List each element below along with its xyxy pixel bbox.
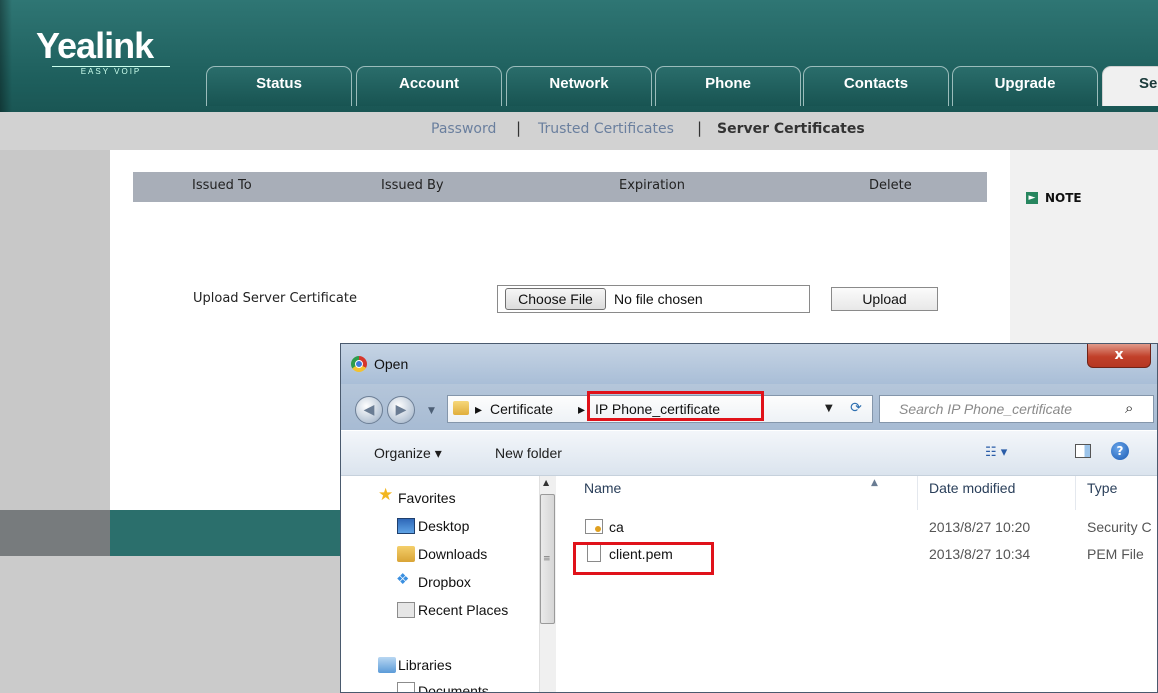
tab-upgrade[interactable]: Upgrade [952,66,1098,106]
desktop-icon [397,518,415,534]
column-delete: Delete [869,178,912,193]
organize-button[interactable]: Organize ▾ [374,444,442,462]
tab-security[interactable]: Se [1102,66,1158,106]
recent-places-icon [397,602,415,618]
column-expiration: Expiration [619,178,685,193]
highlight-box [587,391,764,421]
nav-favorites[interactable]: Favorites [398,489,456,507]
column-issued-by: Issued By [381,178,444,193]
tab-account[interactable]: Account [356,66,502,106]
new-folder-button[interactable]: New folder [495,444,562,462]
nav-libraries[interactable]: Libraries [398,656,452,674]
sort-ascending-icon: ▲ [871,478,878,488]
page-bottom [0,556,350,693]
subnav-separator: | [516,119,522,137]
subnav-separator: | [697,119,703,137]
back-icon[interactable]: ◀ [355,396,383,424]
dropbox-icon: ❖ [396,570,410,588]
footer-left [0,510,110,556]
certificate-table-header [133,172,987,202]
open-file-dialog: Open x ◀ ▶ ▼ ▸ Certificate ▸ IP Phone_ce… [340,343,1158,693]
no-file-text: No file chosen [614,291,703,307]
star-icon: ★ [378,485,394,505]
documents-icon [397,682,415,692]
address-dropdown-icon[interactable]: ▼ [825,400,833,418]
column-date-modified[interactable]: Date modified [929,479,1015,497]
scroll-grip-icon: ≡ [543,554,551,564]
tab-contacts[interactable]: Contacts [803,66,949,106]
choose-file-button[interactable]: Choose File [505,288,606,310]
file-date: 2013/8/27 10:34 [929,546,1031,562]
file-type: Security C [1087,519,1152,535]
nav-dropbox[interactable]: Dropbox [418,573,471,591]
scroll-up-icon[interactable]: ▲ [543,478,549,487]
search-icon[interactable]: ⌕ [1125,398,1133,418]
dialog-toolbar [341,430,1157,476]
nav-documents[interactable]: Documents [418,682,489,692]
header-shadow [0,0,12,112]
subnav-password[interactable]: Password [431,119,496,139]
subnav-trusted-certificates[interactable]: Trusted Certificates [538,119,674,139]
folder-icon [453,401,469,415]
search-placeholder: Search IP Phone_certificate [899,401,1073,417]
forward-icon[interactable]: ▶ [387,396,415,424]
recent-pages-icon[interactable]: ▼ [428,406,435,416]
upload-label: Upload Server Certificate [193,291,357,306]
chevron-right-icon[interactable]: ▸ [475,400,482,418]
view-options-icon[interactable]: ☷ ▾ [985,444,1007,462]
file-date: 2013/8/27 10:20 [929,519,1031,535]
downloads-icon [397,546,415,562]
help-icon[interactable]: ? [1111,442,1129,460]
libraries-icon [378,657,396,673]
note-label: NOTE [1045,191,1082,205]
certificate-icon [585,519,603,534]
column-name[interactable]: Name [584,479,621,497]
dialog-title: Open [374,356,409,372]
dialog-titlebar [341,344,1157,384]
logo-tagline: EASY VOIP [52,66,170,76]
refresh-icon[interactable]: ⟳ [845,396,867,420]
file-list [556,476,1157,692]
upload-button[interactable]: Upload [831,287,938,311]
address-row: ◀ ▶ ▼ ▸ Certificate ▸ IP Phone_certifica… [341,384,1157,430]
column-divider [1075,476,1076,510]
breadcrumb-certificate[interactable]: Certificate [490,400,553,418]
footer-band [110,510,350,556]
file-ca[interactable]: ca [609,518,624,536]
column-divider [917,476,918,510]
highlight-box [573,542,714,575]
arrow-right-icon: ► [1026,192,1038,204]
nav-desktop[interactable]: Desktop [418,517,469,535]
chrome-icon [351,356,367,372]
tab-status[interactable]: Status [206,66,352,106]
file-type: PEM File [1087,546,1144,562]
yealink-logo: Yealink [36,25,154,66]
preview-pane-icon[interactable] [1075,444,1091,458]
nav-recent-places[interactable]: Recent Places [418,601,508,619]
subnav-server-certificates[interactable]: Server Certificates [717,119,865,139]
left-gutter [0,150,110,510]
tab-network[interactable]: Network [506,66,652,106]
tab-phone[interactable]: Phone [655,66,801,106]
close-button[interactable]: x [1087,344,1151,368]
chevron-right-icon[interactable]: ▸ [578,400,585,418]
column-issued-to: Issued To [192,178,252,193]
nav-downloads[interactable]: Downloads [418,545,487,563]
column-type[interactable]: Type [1087,479,1117,497]
